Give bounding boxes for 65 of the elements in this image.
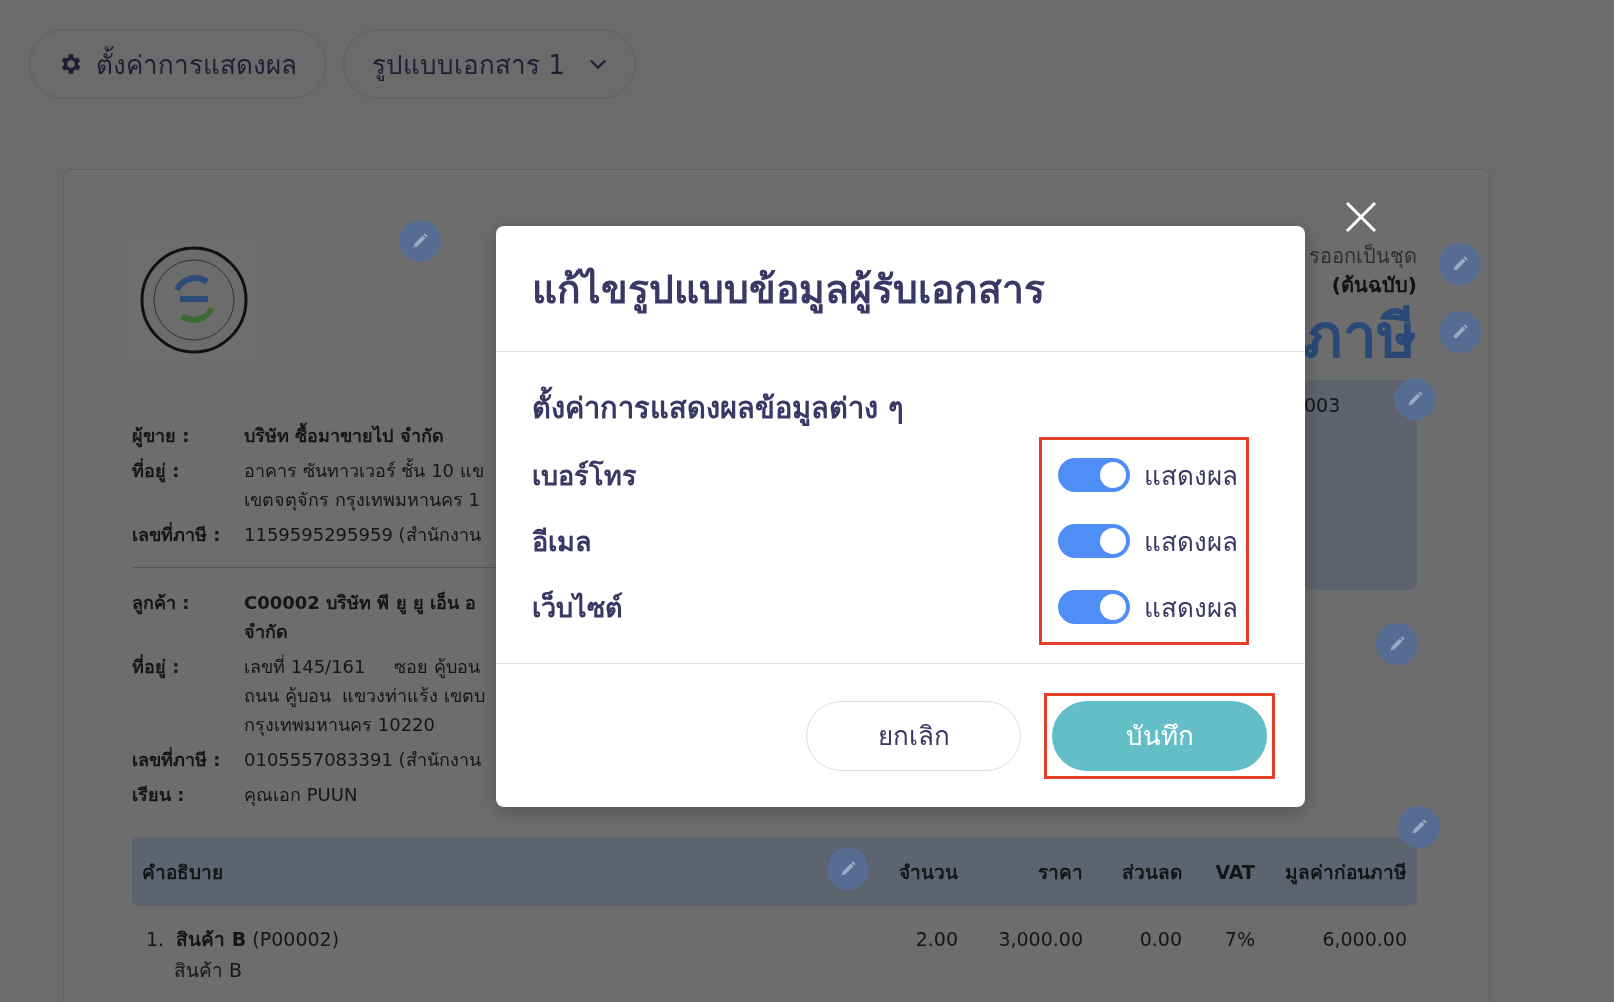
copy-label: (ต้นฉบับ) bbox=[1331, 272, 1417, 299]
edit-button[interactable] bbox=[1439, 243, 1481, 285]
field-value: คุณเอก PUUN bbox=[244, 783, 358, 808]
cancel-button[interactable]: ยกเลิก bbox=[806, 700, 1021, 771]
section-heading: ตั้งค่าการแสดงผลข้อมูลต่าง ๆ bbox=[532, 388, 1269, 428]
toggle-switch[interactable] bbox=[1058, 524, 1130, 558]
edit-button[interactable] bbox=[1394, 378, 1436, 420]
field-value: 1159595295959 (สำนักงาน bbox=[244, 523, 481, 547]
field-label: ผู้ขาย : bbox=[132, 424, 191, 450]
table-cell-text: 0.00 bbox=[1138, 927, 1182, 952]
pencil-icon bbox=[411, 232, 429, 250]
column-header: จำนวน bbox=[898, 859, 958, 885]
edit-button[interactable] bbox=[1398, 806, 1440, 848]
save-button[interactable]: บันทึก bbox=[1052, 700, 1267, 771]
chevron-down-icon bbox=[588, 58, 607, 70]
setting-label: เว็บไซต์ bbox=[532, 589, 623, 625]
close-icon[interactable] bbox=[1344, 200, 1378, 234]
field-label: เลขที่ภาษี : bbox=[132, 746, 222, 772]
pencil-icon bbox=[839, 860, 857, 878]
template-dropdown[interactable]: รูปแบบเอกสาร 1 bbox=[343, 29, 636, 99]
field-value: จำกัด bbox=[244, 620, 288, 644]
setting-label: เบอร์โทร bbox=[532, 458, 637, 493]
pencil-icon bbox=[1406, 390, 1424, 408]
field-value: C00002 บริษัท พี ยู ยู เอ็น อ bbox=[244, 590, 477, 617]
field-value: เขตจตุจักร กรุงเทพมหานคร 1 bbox=[244, 488, 480, 513]
column-header: VAT bbox=[1214, 860, 1255, 883]
field-value: บริษัท ซื้อมาขายไป จำกัด bbox=[244, 421, 444, 450]
item-name: 1. สินค้า B (P00002) bbox=[146, 927, 340, 952]
pencil-icon bbox=[1451, 323, 1469, 341]
table-cell-text: 3,000.00 bbox=[997, 927, 1083, 952]
column-header: ราคา bbox=[1037, 859, 1083, 885]
toggle-label: แสดงผล bbox=[1144, 525, 1238, 559]
edit-button[interactable] bbox=[1376, 623, 1418, 665]
table-cell-text: 2.00 bbox=[914, 927, 958, 952]
table-cell-text: 6,000.00 bbox=[1321, 927, 1407, 952]
copy-note: รออกเป็นชุด bbox=[1309, 242, 1417, 270]
toggle-switch[interactable] bbox=[1058, 458, 1130, 492]
field-value: อาคาร ซันทาวเวอร์ ชั้น 10 แข bbox=[244, 457, 484, 483]
toggle-label: แสดงผล bbox=[1144, 591, 1238, 625]
toggle-switch[interactable] bbox=[1058, 590, 1130, 624]
field-value: เลขที่ 145/161 ซอย คู้บอน bbox=[244, 653, 480, 680]
pencil-icon bbox=[1451, 255, 1469, 273]
field-value: กรุงเทพมหานคร 10220 bbox=[244, 713, 435, 738]
field-label: ลูกค้า : bbox=[132, 591, 191, 617]
item-detail: สินค้า B bbox=[173, 958, 243, 983]
edit-button[interactable] bbox=[399, 220, 441, 262]
toggle-label: แสดงผล bbox=[1144, 459, 1238, 493]
column-header: คำอธิบาย bbox=[141, 859, 224, 885]
setting-label: อีเมล bbox=[532, 524, 592, 559]
field-label: เรียน : bbox=[132, 783, 186, 807]
field-value: ถนน คู้บอน แขวงท่าแร้ง เขตบ bbox=[244, 684, 485, 709]
dialog-title: แก้ไขรูปแบบข้อมูลผู้รับเอกสาร bbox=[532, 265, 1045, 316]
field-label: ที่อยู่ : bbox=[132, 653, 181, 681]
pencil-icon bbox=[1410, 818, 1428, 836]
document-title: ภาษี bbox=[1303, 300, 1417, 372]
column-header: มูลค่าก่อนภาษี bbox=[1284, 859, 1407, 887]
field-label: ที่อยู่ : bbox=[132, 457, 181, 485]
column-header: ส่วนลด bbox=[1121, 859, 1182, 885]
table-cell-text: 7% bbox=[1223, 927, 1255, 952]
display-settings-button[interactable]: ตั้งค่าการแสดงผล bbox=[29, 29, 326, 99]
field-value: 0105557083391 (สำนักงาน bbox=[244, 748, 481, 772]
pencil-icon bbox=[1388, 635, 1406, 653]
field-label: เลขที่ภาษี : bbox=[132, 521, 222, 547]
edit-button[interactable] bbox=[1439, 311, 1481, 353]
document-number: 003 bbox=[1304, 394, 1342, 416]
